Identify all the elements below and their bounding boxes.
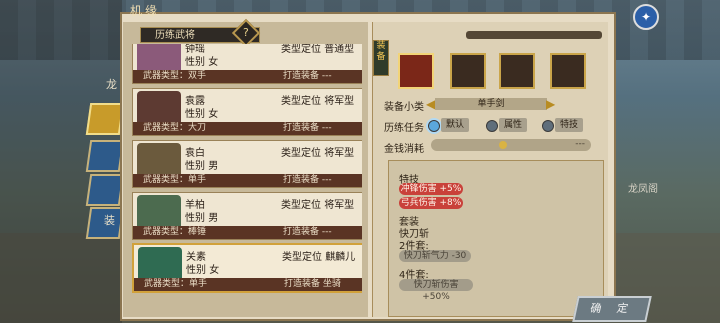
scroll-slot-icon[interactable] — [550, 53, 586, 89]
general-type: 类型定位 麒麟儿 — [282, 252, 356, 263]
armor-slot-icon[interactable] — [499, 53, 535, 89]
help-icon: ? — [243, 26, 249, 39]
general-type: 类型定位 将军型 — [281, 96, 355, 107]
town-label: 龙凤阁 — [628, 184, 658, 195]
general-card-selected[interactable]: 关素 性别 女 类型定位 麒麟儿 武器类型：单手 打造装备 坐骑 — [132, 243, 362, 293]
general-bar: 武器类型：棒锤 打造装备 --- — [133, 226, 362, 239]
task-radio-attr[interactable] — [486, 120, 498, 132]
general-type: 类型定位 将军型 — [281, 200, 355, 211]
side-tab-3[interactable] — [85, 174, 125, 206]
general-sex: 性别 女 — [185, 57, 219, 68]
side-label-bottom: 装 — [104, 214, 115, 227]
general-card[interactable]: 羊柏 性别 男 类型定位 将军型 武器类型：棒锤 打造装备 --- — [132, 192, 362, 240]
confirm-label: 确 定 — [588, 302, 636, 315]
window-title: 机缘 — [130, 4, 161, 18]
side-label-top: 龙 — [106, 78, 117, 91]
general-type: 类型定位 普通型 — [281, 44, 355, 55]
equip-tag: 装备 — [373, 40, 389, 76]
subtype-next-icon[interactable]: ▶ — [546, 97, 555, 111]
general-sex: 性别 男 — [185, 213, 219, 224]
set2-value: 快刀斩气力 -30 — [399, 250, 471, 262]
compass-icon[interactable]: ✦ — [633, 4, 659, 30]
general-card[interactable]: 袁白 性别 男 类型定位 将军型 武器类型：单手 打造装备 --- — [132, 140, 362, 188]
general-sex: 性别 女 — [186, 265, 220, 276]
general-bar: 武器类型：双手 打造装备 --- — [133, 70, 362, 83]
money-level-dot — [499, 141, 507, 149]
general-bar: 武器类型：单手 打造装备 --- — [133, 174, 362, 187]
sword-slot-icon[interactable] — [398, 53, 434, 89]
skill-item: 弓兵伤害 +8% — [399, 197, 463, 209]
money-value: --- — [575, 139, 585, 149]
task-option-default[interactable]: 默认 — [441, 118, 469, 132]
skill-item: 冲锋伤害 +5% — [399, 183, 463, 195]
effects-box[interactable]: 特技 冲锋伤害 +5% 弓兵伤害 +8% 套装 快刀斩 2件套: 快刀斩气力 -… — [388, 160, 604, 317]
general-list[interactable]: 钟瑶 性别 女 类型定位 普通型 武器类型：双手 打造装备 --- 袁露 性别 女… — [132, 44, 362, 316]
task-option-attr[interactable]: 属性 — [499, 118, 527, 132]
task-label: 历练任务 — [384, 123, 424, 134]
subtype-prev-icon[interactable]: ◀ — [426, 97, 435, 111]
set4-value: 快刀斩伤害 +50% — [399, 279, 473, 302]
equip-panel-header — [466, 31, 602, 39]
general-bar: 武器类型：大刀 打造装备 --- — [133, 122, 362, 135]
task-option-skill[interactable]: 特技 — [555, 118, 583, 132]
tab-label: 历练武将 — [155, 30, 195, 41]
general-bar: 武器类型：单手 打造装备 坐骑 — [134, 278, 362, 291]
task-radio-skill[interactable] — [542, 120, 554, 132]
side-tab-2[interactable] — [85, 140, 125, 172]
money-bar: --- — [431, 139, 591, 151]
general-card[interactable]: 钟瑶 性别 女 类型定位 普通型 武器类型：双手 打造装备 --- — [132, 44, 362, 84]
general-type: 类型定位 将军型 — [281, 148, 355, 159]
general-sex: 性别 女 — [185, 109, 219, 120]
side-tab-1[interactable] — [85, 103, 125, 135]
task-radio-default[interactable] — [428, 120, 440, 132]
general-sex: 性别 男 — [185, 161, 219, 172]
confirm-button[interactable]: 确 定 — [572, 296, 652, 322]
horse-slot-icon[interactable] — [450, 53, 486, 89]
subtype-value: 单手剑 — [435, 98, 547, 110]
subtype-label: 装备小类 — [384, 102, 424, 113]
general-card[interactable]: 袁露 性别 女 类型定位 将军型 武器类型：大刀 打造装备 --- — [132, 88, 362, 136]
money-label: 金钱消耗 — [384, 144, 424, 155]
